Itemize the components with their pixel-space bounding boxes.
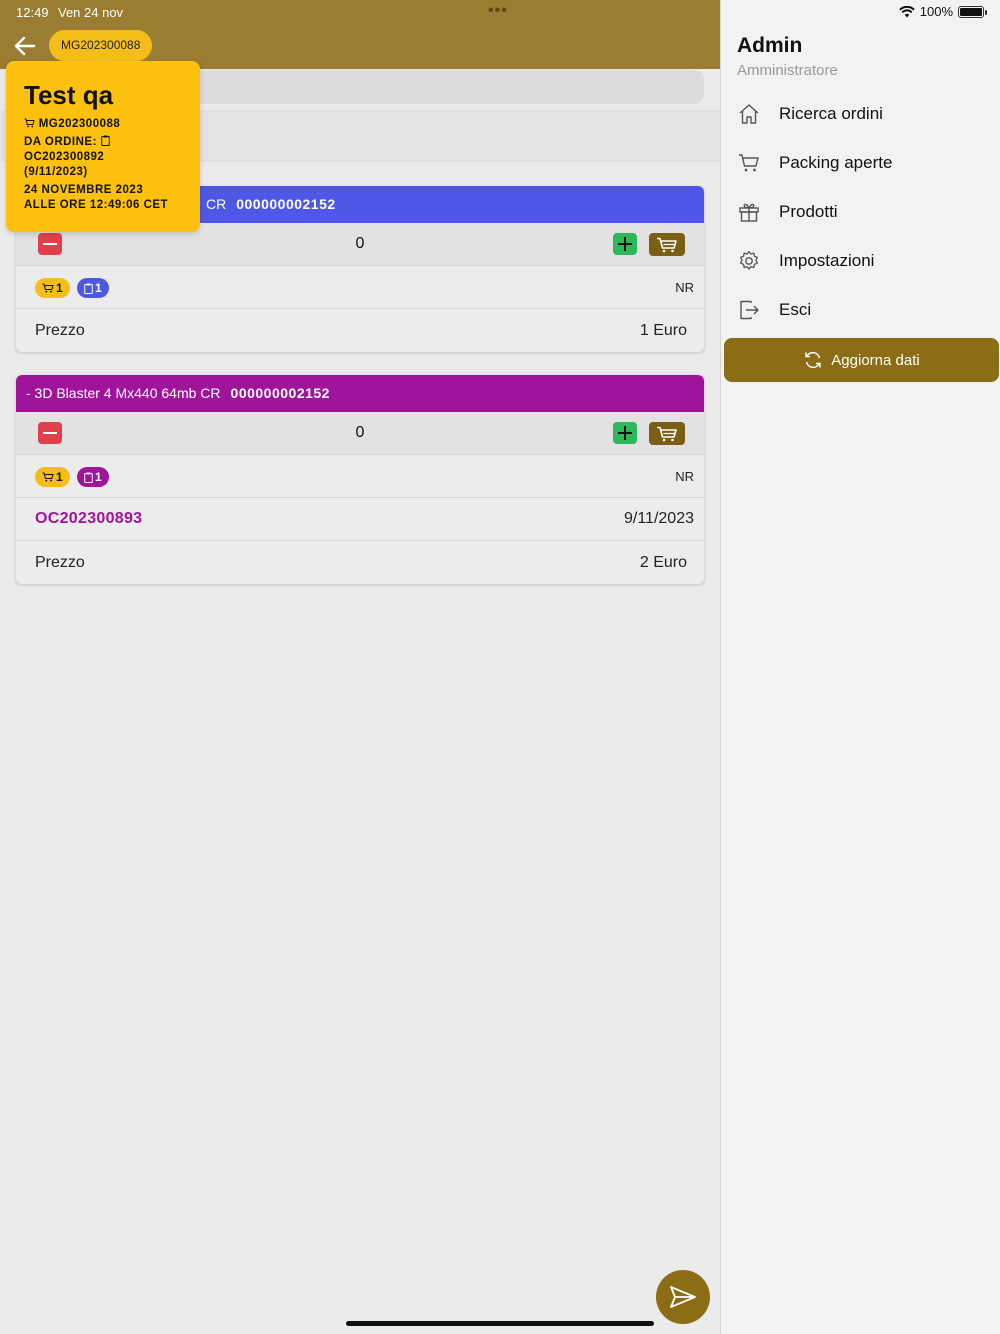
back-arrow-icon[interactable] bbox=[12, 34, 38, 58]
popover-order-code: MG202300088 bbox=[38, 118, 121, 130]
add-to-cart-button[interactable] bbox=[649, 233, 685, 256]
price-row: Prezzo 1 Euro bbox=[16, 309, 704, 352]
popover-from-date: (9/11/2023) bbox=[24, 166, 88, 178]
main-panel: MG202300088 r. Test qa MG202300088 DA OR… bbox=[0, 0, 720, 1334]
linked-order-row: OC202300893 9/11/2023 bbox=[16, 498, 704, 541]
price-label: Prezzo bbox=[35, 322, 85, 339]
badges-row: 1 1 NR bbox=[16, 266, 704, 309]
multitasking-dots-icon[interactable]: ••• bbox=[488, 2, 508, 20]
status-right: 100% bbox=[898, 4, 987, 19]
logout-icon bbox=[740, 300, 759, 320]
popover-time: ALLE ORE 12:49:06 CET bbox=[24, 199, 169, 211]
status-bar: 12:49 Ven 24 nov ••• 100% bbox=[0, 0, 1000, 24]
linked-order-date: 9/11/2023 bbox=[624, 510, 694, 527]
menu-item-prodotti[interactable]: Prodotti bbox=[721, 190, 1000, 234]
menu-label: Packing aperte bbox=[779, 153, 893, 172]
unit-label: NR bbox=[675, 469, 694, 484]
popover-date: 24 NOVEMBRE 2023 bbox=[24, 184, 144, 196]
price-value: 2 Euro bbox=[639, 554, 687, 571]
battery-icon bbox=[958, 5, 987, 18]
linked-order-link[interactable]: OC202300893 bbox=[35, 510, 142, 528]
card-title: - 3D Blaster 4 Mx440 64mb CR bbox=[26, 385, 221, 401]
cart-icon bbox=[657, 237, 677, 252]
battery-percent: 100% bbox=[919, 4, 953, 19]
home-indicator[interactable] bbox=[346, 1321, 654, 1326]
quantity-row: 0 bbox=[16, 412, 704, 455]
doc-count-badge: 1 bbox=[77, 278, 109, 298]
add-to-cart-button[interactable] bbox=[649, 422, 685, 445]
unit-label: NR bbox=[675, 280, 694, 295]
doc-count: 1 bbox=[95, 470, 102, 484]
menu-label: Esci bbox=[779, 300, 812, 319]
side-menu: Admin Amministratore Ricerca ordini Pack… bbox=[720, 0, 1000, 1334]
refresh-icon bbox=[805, 351, 822, 369]
price-row: Prezzo 2 Euro bbox=[16, 541, 704, 584]
user-name: Admin bbox=[737, 34, 803, 57]
status-time: 12:49 bbox=[16, 5, 49, 20]
refresh-data-button[interactable]: Aggiorna dati bbox=[724, 338, 999, 382]
menu-label: Ricerca ordini bbox=[779, 104, 883, 123]
wifi-icon bbox=[898, 5, 915, 17]
menu-label: Prodotti bbox=[779, 202, 838, 221]
card-header[interactable]: - 3D Blaster 4 Mx440 64mb CR 000000002152 bbox=[16, 375, 704, 412]
popover-from-label: DA ORDINE: bbox=[24, 136, 97, 148]
price-value: 1 Euro bbox=[639, 322, 687, 339]
product-card: - 3D Blaster 4 Mx440 64mb CR 000000002152… bbox=[16, 375, 704, 584]
card-title: CR bbox=[206, 196, 227, 212]
popover-caret bbox=[95, 53, 111, 62]
cart-icon bbox=[42, 283, 54, 293]
price-label: Prezzo bbox=[35, 554, 85, 571]
cart-icon bbox=[657, 426, 677, 441]
cart-icon bbox=[42, 472, 54, 482]
quantity-value: 0 bbox=[355, 235, 365, 252]
cart-count: 1 bbox=[56, 281, 63, 295]
order-info-popover: Test qa MG202300088 DA ORDINE: OC2023008… bbox=[6, 61, 200, 232]
cart-count-badge: 1 bbox=[35, 278, 70, 298]
menu-label: Impostazioni bbox=[779, 251, 875, 270]
quantity-value: 0 bbox=[355, 424, 365, 441]
menu-item-impostazioni[interactable]: Impostazioni bbox=[721, 239, 1000, 283]
increment-button[interactable] bbox=[613, 233, 637, 255]
doc-count-badge: 1 bbox=[77, 467, 109, 487]
clipboard-icon bbox=[84, 283, 93, 294]
menu-item-esci[interactable]: Esci bbox=[721, 288, 1000, 332]
popover-from-order: DA ORDINE: bbox=[24, 135, 182, 150]
menu-item-ricerca-ordini[interactable]: Ricerca ordini bbox=[721, 92, 1000, 136]
popover-from-code: OC202300892 bbox=[24, 151, 105, 163]
status-date: Ven 24 nov bbox=[58, 5, 124, 20]
popover-title: Test qa bbox=[24, 80, 114, 110]
home-icon bbox=[739, 104, 759, 124]
gear-icon bbox=[739, 250, 759, 270]
gift-icon bbox=[739, 203, 759, 222]
cart-count-badge: 1 bbox=[35, 467, 70, 487]
cart-icon bbox=[739, 154, 759, 172]
card-code: 000000002152 bbox=[236, 196, 336, 212]
clipboard-icon bbox=[84, 472, 93, 483]
user-role: Amministratore bbox=[737, 62, 838, 79]
send-icon bbox=[670, 1286, 696, 1308]
badges-row: 1 1 NR bbox=[16, 455, 704, 498]
clipboard-icon bbox=[100, 135, 110, 146]
popover-order-line: MG202300088 bbox=[24, 117, 182, 132]
cart-count: 1 bbox=[56, 470, 63, 484]
cart-icon bbox=[24, 118, 35, 128]
menu-item-packing-aperte[interactable]: Packing aperte bbox=[721, 141, 1000, 185]
send-button[interactable] bbox=[656, 1270, 710, 1324]
card-code: 000000002152 bbox=[230, 385, 330, 401]
increment-button[interactable] bbox=[613, 422, 637, 444]
doc-count: 1 bbox=[95, 281, 102, 295]
refresh-label: Aggiorna dati bbox=[831, 351, 920, 369]
